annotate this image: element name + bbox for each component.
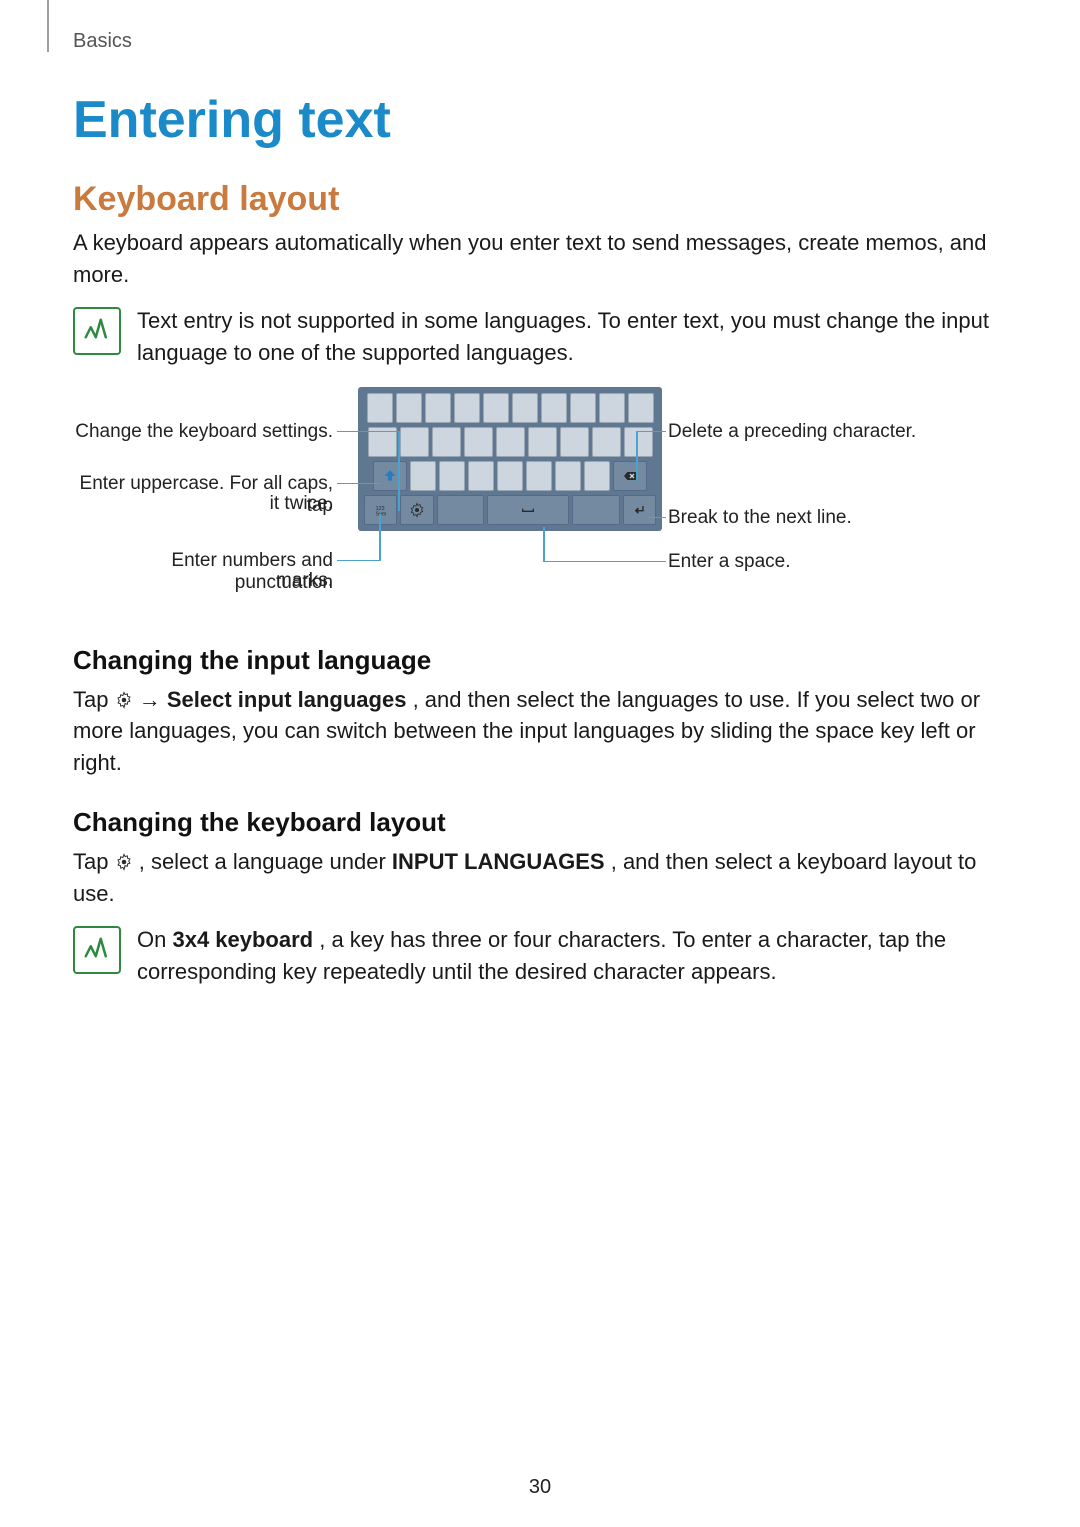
text-fragment: Tap (73, 849, 115, 874)
page-number: 30 (0, 1476, 1080, 1499)
note-icon (73, 926, 121, 974)
settings-key (400, 495, 433, 525)
gear-icon (115, 686, 133, 704)
keyboard-figure: 123Sym Change the keyboard settings. Ent… (73, 387, 1007, 617)
bold-input-languages: INPUT LANGUAGES (392, 849, 605, 874)
keyboard-illustration: 123Sym (358, 387, 662, 531)
header-rule (47, 0, 49, 52)
note-icon (73, 307, 121, 355)
note-3x4-text: On 3x4 keyboard , a key has three or fou… (137, 924, 1007, 988)
heading-change-keyboard-layout: Changing the keyboard layout (73, 807, 1007, 838)
backspace-key (613, 461, 647, 491)
label-settings: Change the keyboard settings. (73, 421, 333, 444)
shift-key (373, 461, 407, 491)
section-heading-keyboard-layout: Keyboard layout (73, 180, 1007, 219)
page-title: Entering text (73, 90, 1007, 150)
svg-text:Sym: Sym (375, 511, 386, 517)
gear-icon (115, 848, 133, 866)
bold-3x4-keyboard: 3x4 keyboard (172, 927, 313, 952)
label-space: Enter a space. (668, 551, 988, 574)
heading-change-input-language: Changing the input language (73, 645, 1007, 676)
symbols-key: 123Sym (364, 495, 397, 525)
label-numbers-line2: marks. (73, 570, 333, 593)
text-fragment: Tap (73, 687, 115, 712)
space-key (487, 495, 569, 525)
label-delete: Delete a preceding character. (668, 421, 988, 444)
text-fragment: On (137, 927, 172, 952)
content-area: Entering text Keyboard layout A keyboard… (73, 90, 1007, 1006)
kbd-layout-intro: A keyboard appears automatically when yo… (73, 227, 1007, 291)
paragraph-change-input-language: Tap → Select input languages , and then … (73, 684, 1007, 780)
breadcrumb: Basics (73, 30, 132, 53)
paragraph-change-keyboard-layout: Tap , select a language under INPUT LANG… (73, 846, 1007, 910)
text-fragment: → (139, 687, 167, 712)
label-break: Break to the next line. (668, 507, 988, 530)
note-languages: Text entry is not supported in some lang… (73, 305, 1007, 369)
note-text: Text entry is not supported in some lang… (137, 305, 1007, 369)
note-3x4: On 3x4 keyboard , a key has three or fou… (73, 924, 1007, 988)
enter-key (623, 495, 656, 525)
label-uppercase-line2: it twice. (73, 493, 333, 516)
bold-select-input-languages: Select input languages (167, 687, 407, 712)
text-fragment: , select a language under (139, 849, 392, 874)
